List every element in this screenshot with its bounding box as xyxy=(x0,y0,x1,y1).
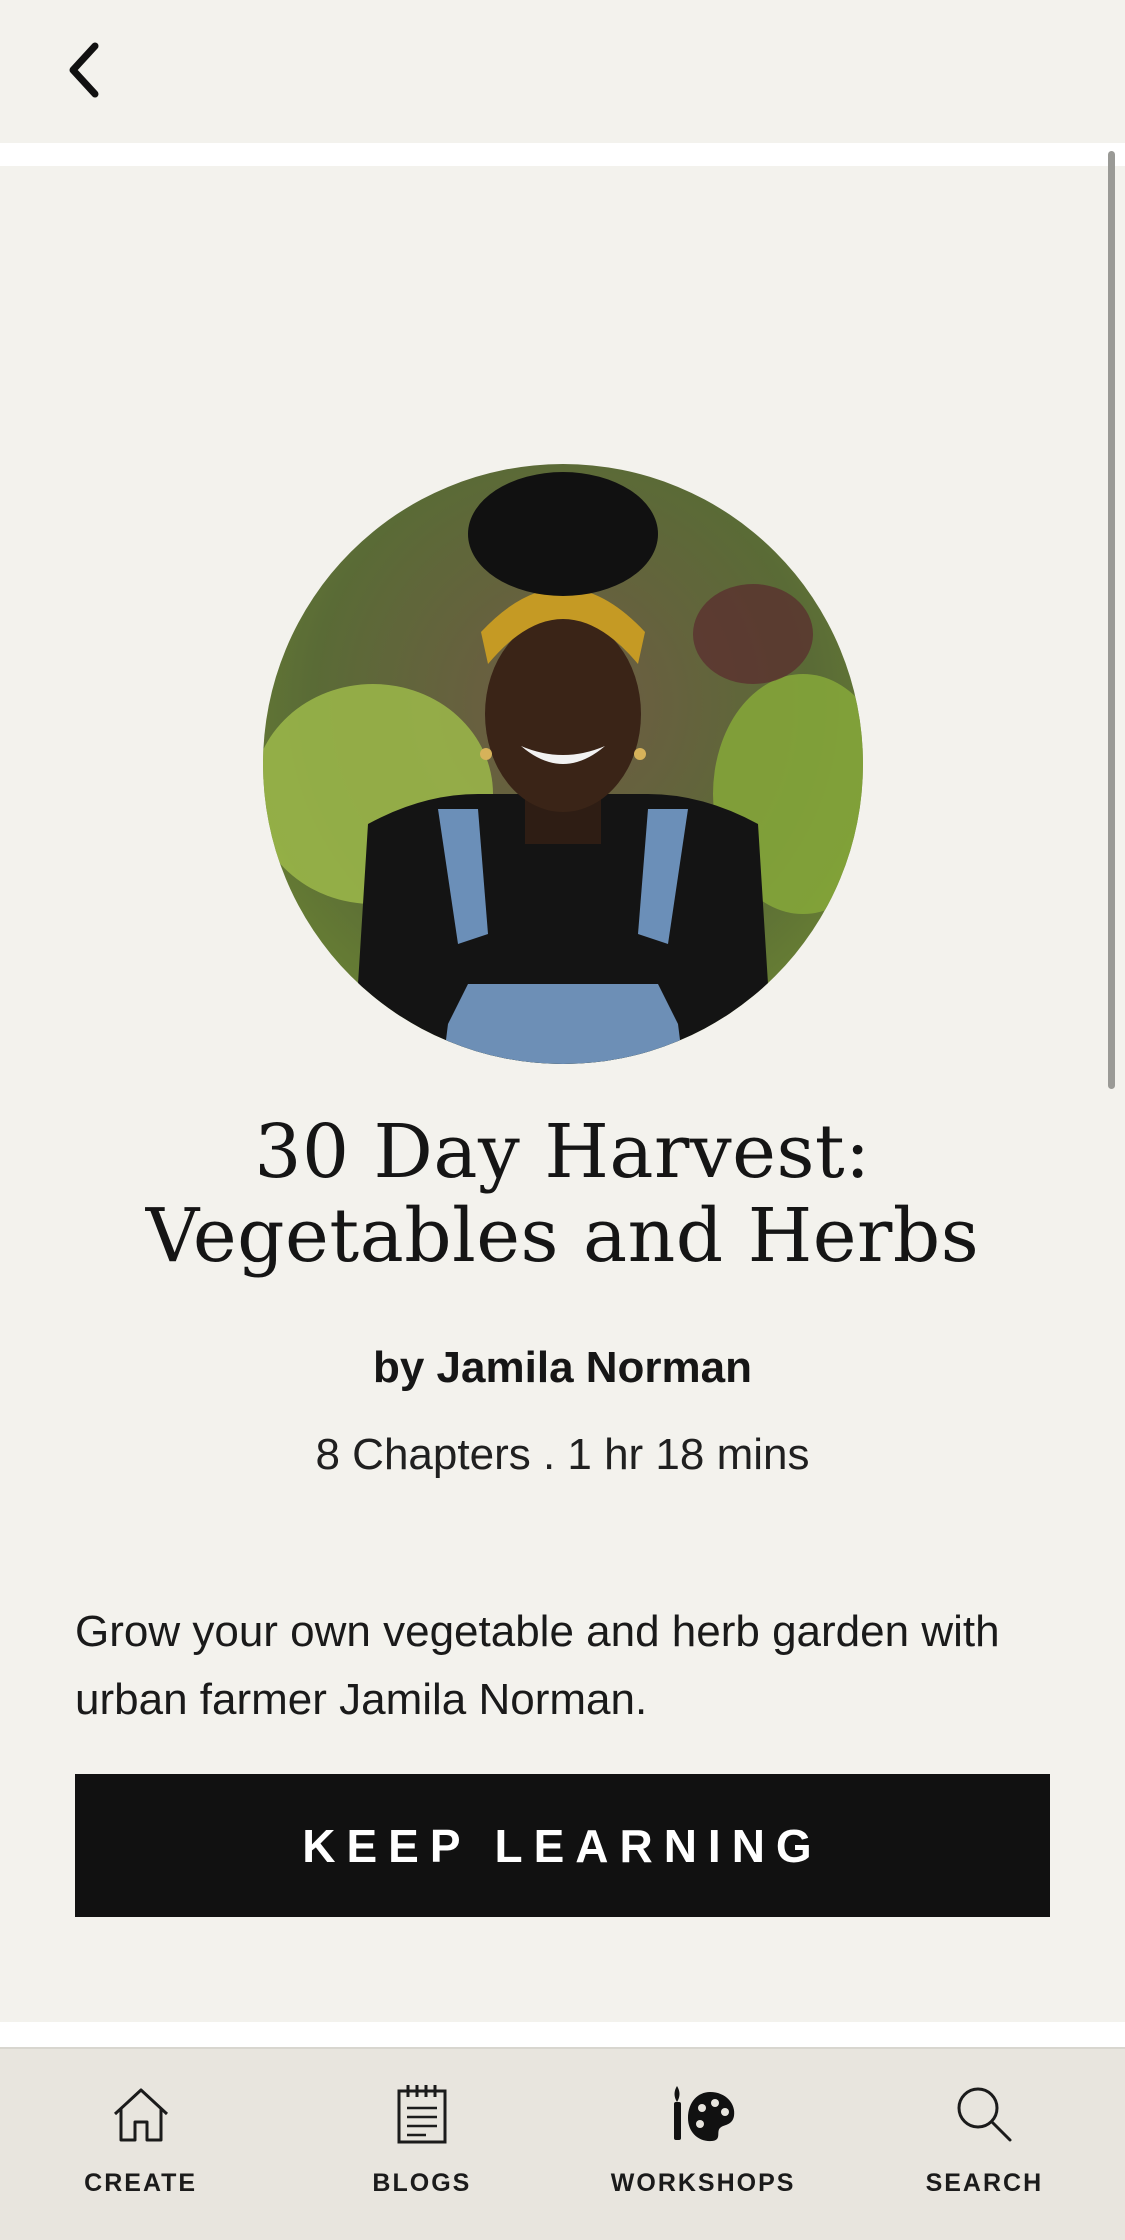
back-button[interactable] xyxy=(56,38,112,102)
instructor-photo xyxy=(263,464,863,1064)
scrollbar[interactable] xyxy=(1108,151,1115,1089)
course-detail xyxy=(0,166,1125,2022)
course-description: Grow your own vegetable and herb garden … xyxy=(75,1607,1000,1724)
bottom-tab-bar: CREATE BLOGS WORKSHOPS SEARCH xyxy=(0,2049,1125,2240)
chevron-left-icon xyxy=(69,42,99,98)
tab-workshops[interactable]: WORKSHOPS xyxy=(563,2049,844,2240)
tab-workshops-label: WORKSHOPS xyxy=(610,2169,796,2197)
tab-blogs-label: BLOGS xyxy=(372,2169,472,2197)
tab-blogs[interactable]: BLOGS xyxy=(281,2049,562,2240)
notepad-icon xyxy=(397,2085,447,2144)
course-author: by Jamila Norman xyxy=(372,1343,753,1392)
top-bar xyxy=(0,0,1125,143)
keep-learning-button[interactable]: KEEP LEARNING xyxy=(75,1774,1050,1917)
tab-search[interactable]: SEARCH xyxy=(844,2049,1125,2240)
palette-icon xyxy=(674,2086,735,2142)
search-icon xyxy=(957,2087,1012,2142)
tab-search-label: SEARCH xyxy=(925,2169,1044,2197)
course-meta: 8 Chapters . 1 hr 18 mins xyxy=(315,1430,810,1479)
course-title: 30 Day Harvest: Vegetables and Herbs xyxy=(145,1109,980,1279)
tab-create-label: CREATE xyxy=(84,2169,198,2197)
tab-create[interactable]: CREATE xyxy=(0,2049,281,2240)
home-icon xyxy=(113,2088,168,2142)
